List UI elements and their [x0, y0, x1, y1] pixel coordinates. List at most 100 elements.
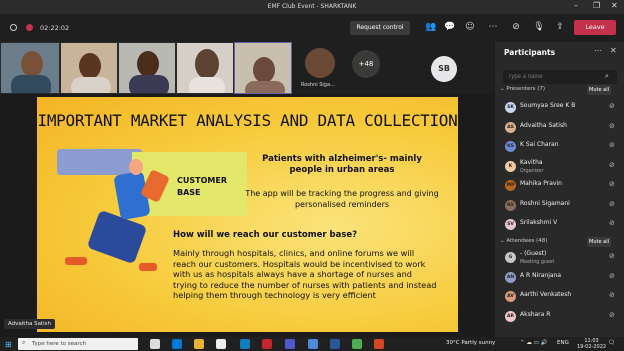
- chat-icon[interactable]: 💬: [443, 20, 457, 34]
- teams-icon[interactable]: [285, 339, 295, 349]
- mic-off-icon[interactable]: ⊘: [609, 141, 615, 149]
- people-icon[interactable]: 👥: [424, 20, 438, 34]
- avatar: AS: [505, 121, 516, 133]
- video-tile[interactable]: [0, 42, 60, 94]
- tile-name-label: Roshni Siga...: [301, 82, 335, 88]
- participant-name: Mahika Pravin: [520, 180, 562, 187]
- attendees-section-label[interactable]: ⌄ Attendees (48): [500, 238, 547, 244]
- participant-body: [245, 81, 285, 93]
- participant-row[interactable]: RS Roshni Sigamani ⊘: [495, 197, 624, 216]
- participant-name: Soumyaa Sree K B: [520, 102, 576, 109]
- video-tile[interactable]: [60, 42, 118, 94]
- mic-off-icon[interactable]: ⊘: [609, 311, 615, 319]
- participants-panel: Participants ⋯ ✕ ⌕ ⌄ Presenters (7) Mute…: [494, 42, 624, 337]
- camera-off-icon[interactable]: ⊘: [509, 20, 523, 34]
- mic-off-icon[interactable]: ⊘: [609, 122, 615, 130]
- acrobat-icon[interactable]: [262, 339, 272, 349]
- mic-off-icon[interactable]: ⊘: [609, 200, 615, 208]
- mute-all-button[interactable]: Mute all: [587, 237, 611, 247]
- participant-row[interactable]: G - (Guest) Meeting guest ⊘: [495, 249, 624, 268]
- participant-row[interactable]: K Kavitha Organizer ⊘: [495, 158, 624, 177]
- participant-row[interactable]: AR Akshara R ⊘: [495, 308, 624, 327]
- participant-role: Organizer: [520, 168, 544, 174]
- share-icon[interactable]: ⇪: [553, 20, 567, 34]
- window-title: EMF Club Event - SHARKTANK: [267, 3, 357, 10]
- close-window-button[interactable]: ✕: [611, 1, 618, 10]
- mic-off-icon[interactable]: ⊘: [609, 272, 615, 280]
- panel-title: Participants: [504, 48, 556, 57]
- minimize-button[interactable]: –: [574, 1, 578, 10]
- participant-face: [79, 53, 101, 79]
- reactions-icon[interactable]: ☺: [463, 20, 477, 34]
- mic-off-icon[interactable]: ⊘: [609, 291, 615, 299]
- participant-search-input[interactable]: [503, 70, 617, 84]
- speaker-name-badge: Advaitha Satish: [4, 319, 55, 329]
- more-icon[interactable]: ⋯: [594, 46, 602, 55]
- participant-row[interactable]: SK Soumyaa Sree K B ⊘: [495, 99, 624, 118]
- participant-row[interactable]: MP Mahika Pravin ⊘: [495, 177, 624, 196]
- avatar[interactable]: [305, 48, 335, 78]
- participant-row[interactable]: KS K Sai Charan ⊘: [495, 138, 624, 157]
- powerpoint-icon[interactable]: [374, 339, 384, 349]
- mic-off-icon[interactable]: ⊘: [609, 219, 615, 227]
- mic-off-icon[interactable]: ⊘: [609, 252, 615, 260]
- participant-body: [189, 77, 225, 93]
- windows-start-icon[interactable]: ⊞: [5, 340, 12, 349]
- mic-off-icon[interactable]: ⊘: [609, 180, 615, 188]
- customer-base-line2: BASE: [177, 188, 201, 197]
- avatar: RS: [505, 199, 516, 211]
- avatar: AN: [505, 271, 516, 283]
- search-icon: ⌕: [22, 339, 26, 346]
- language-indicator[interactable]: ENG: [557, 340, 569, 346]
- mute-all-button[interactable]: Mute all: [587, 85, 611, 95]
- participant-row[interactable]: AS Advaitha Satish ⊘: [495, 119, 624, 138]
- illustration-legs: [86, 209, 148, 265]
- participant-body: [71, 77, 111, 93]
- video-tile[interactable]: [118, 42, 176, 94]
- close-icon[interactable]: ✕: [610, 46, 617, 55]
- presenters-section-label[interactable]: ⌄ Presenters (7): [500, 86, 545, 92]
- mic-off-icon[interactable]: ⊘: [609, 102, 615, 110]
- participant-row[interactable]: AV Aarthi Venkatesh ⊘: [495, 288, 624, 307]
- participant-name: K Sai Charan: [520, 141, 559, 148]
- participant-row[interactable]: SV Srilakshmi V ⊘: [495, 216, 624, 235]
- tray-icons[interactable]: ⌃ ☁ ▭ 🔊: [520, 340, 547, 346]
- taskbar: ⊞ Type here to search ⌕ 30°C Partly sunn…: [0, 337, 624, 351]
- participant-face: [253, 57, 275, 83]
- avatar: K: [505, 160, 516, 172]
- store-icon[interactable]: [216, 339, 226, 349]
- participant-face: [195, 49, 219, 79]
- video-tile-active[interactable]: [234, 42, 292, 94]
- participant-row[interactable]: AN A R Niranjana ⊘: [495, 269, 624, 288]
- participant-name: - (Guest): [520, 250, 547, 257]
- notifications-icon[interactable]: 🗨: [608, 340, 615, 346]
- mail-icon[interactable]: [240, 339, 250, 349]
- more-participants-button[interactable]: +48: [352, 50, 380, 78]
- taskbar-search-input[interactable]: Type here to search: [18, 338, 138, 350]
- edge-icon[interactable]: [172, 339, 182, 349]
- avatar: AR: [505, 310, 516, 322]
- avatar: MP: [505, 180, 516, 191]
- chrome-icon[interactable]: [308, 339, 318, 349]
- weather-widget[interactable]: 30°C Partly sunny: [446, 340, 495, 346]
- task-view-icon[interactable]: [150, 339, 160, 349]
- file-explorer-icon[interactable]: [194, 339, 204, 349]
- mic-off-icon[interactable]: 🎙: [532, 20, 546, 34]
- more-options-icon[interactable]: ⋯: [486, 20, 500, 34]
- slide-heading-2: How will we reach our customer base?: [173, 230, 358, 240]
- mic-off-icon[interactable]: ⊘: [609, 161, 615, 169]
- avatar: SB: [431, 56, 457, 82]
- illustration-shoe: [65, 257, 87, 265]
- clock-date: 19-02-2022: [577, 344, 607, 350]
- taskbar-clock[interactable]: 11:03 19-02-2022: [577, 338, 606, 350]
- illustration-head: [129, 159, 143, 175]
- attendees-count: Attendees (48): [506, 238, 548, 244]
- request-control-button[interactable]: Request control: [350, 21, 410, 35]
- video-tile[interactable]: [176, 42, 234, 94]
- presentation-slide: IMPORTANT MARKET ANALYSIS AND DATA COLLE…: [37, 97, 458, 332]
- maximize-button[interactable]: ❐: [593, 1, 600, 10]
- app-icon[interactable]: [352, 339, 362, 349]
- avatar: G: [505, 252, 516, 263]
- word-icon[interactable]: [330, 339, 340, 349]
- leave-button[interactable]: Leave: [574, 20, 616, 35]
